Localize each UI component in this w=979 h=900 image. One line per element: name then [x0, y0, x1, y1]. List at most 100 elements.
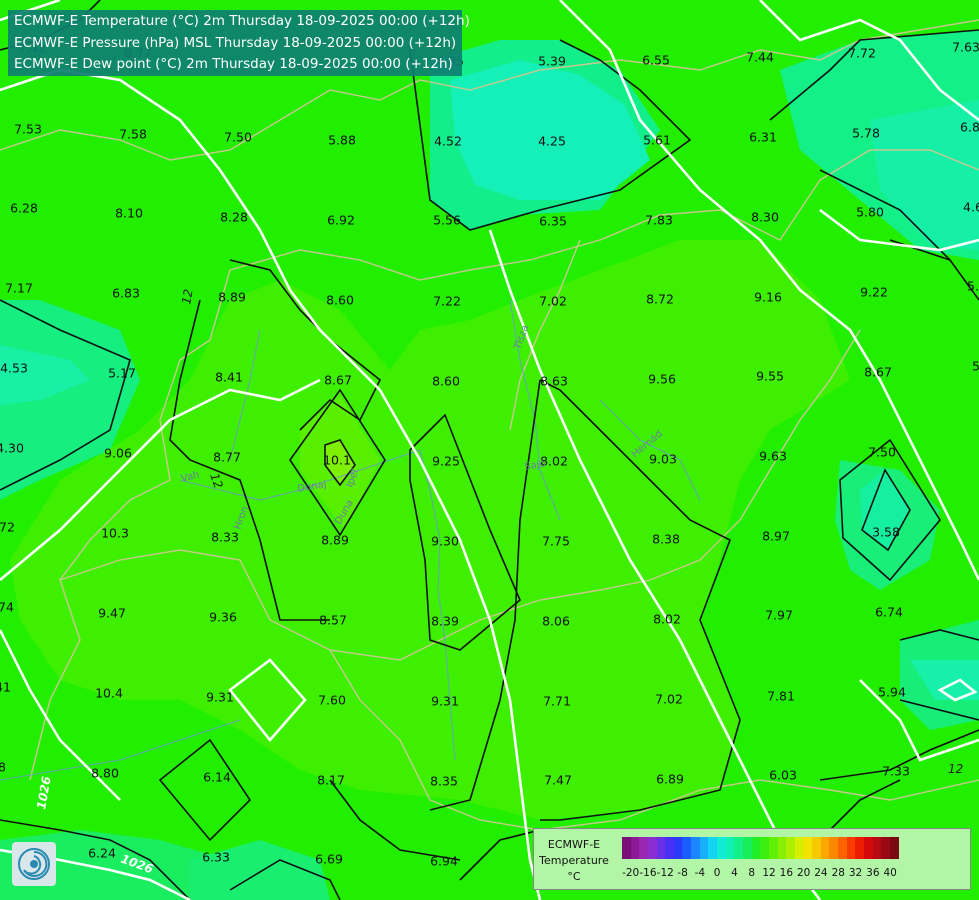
legend-swatch	[829, 837, 839, 859]
legend-swatch	[639, 837, 648, 859]
dewpoint-value: 7.50	[224, 130, 252, 145]
dewpoint-value: 8	[0, 760, 6, 775]
dewpoint-value: 8.57	[319, 613, 347, 628]
dewpoint-value: 9.36	[209, 610, 237, 625]
dewpoint-value: 6.03	[769, 768, 797, 783]
legend-tick: -4	[694, 867, 706, 879]
dewpoint-value: 9.30	[431, 534, 459, 549]
dewpoint-value: 6.28	[10, 201, 38, 216]
dewpoint-value: 7.22	[433, 294, 461, 309]
dewpoint-value: 7.02	[655, 692, 683, 707]
dewpoint-value: 4.52	[434, 134, 462, 149]
ecmwf-logo	[12, 842, 56, 886]
dewpoint-value: 74	[0, 600, 14, 615]
dewpoint-value: 8.60	[326, 293, 354, 308]
dewpoint-value: 9.31	[431, 694, 459, 709]
dewpoint-value: 9.47	[98, 606, 126, 621]
dewpoint-value: 5.61	[643, 133, 671, 148]
temperature-legend: ECMWF-E Temperature °C -20 -16 -12 -8 -4 0 4 8 1…	[533, 828, 971, 890]
legend-swatch	[708, 837, 718, 859]
title-temperature: ECMWF-E Temperature (°C) 2m Thursday 18-…	[14, 13, 470, 29]
dewpoint-value: 10.4	[95, 686, 123, 701]
title-dewpoint: ECMWF-E Dew point (°C) 2m Thursday 18-09…	[14, 56, 453, 72]
isotherm-label: 12	[179, 288, 195, 305]
dewpoint-value: 7.47	[544, 773, 572, 788]
legend-swatch	[630, 837, 640, 859]
dewpoint-value: 10.3	[101, 526, 129, 541]
dewpoint-value: 8.77	[213, 450, 241, 465]
swirl-icon	[18, 848, 50, 880]
legend-swatch	[725, 837, 735, 859]
dewpoint-value: 9.63	[759, 449, 787, 464]
legend-swatch	[768, 837, 778, 859]
dewpoint-value: 72	[0, 520, 15, 535]
legend-tick: 0	[713, 867, 721, 879]
dewpoint-value: 8.10	[115, 206, 143, 221]
title-pressure: ECMWF-E Pressure (hPa) MSL Thursday 18-0…	[14, 35, 457, 51]
legend-swatch	[889, 837, 899, 859]
legend-tick: -8	[677, 867, 688, 879]
legend-swatch	[820, 837, 830, 859]
legend-swatch	[838, 837, 847, 859]
legend-swatch	[794, 837, 804, 859]
legend-swatch	[656, 837, 666, 859]
legend-swatch	[691, 837, 700, 859]
dewpoint-value: 7.53	[14, 122, 42, 137]
dewpoint-value: 6.14	[203, 770, 231, 785]
dewpoint-value: 5.39	[538, 54, 566, 69]
legend-tick: 24	[814, 867, 828, 879]
legend-swatch	[699, 837, 709, 859]
weather-map: 7.53 7.58 7.50 5.88 4.52 4.25 5.61 6.31 5.78 6.85…	[0, 0, 979, 900]
dewpoint-value: 9.55	[756, 369, 784, 384]
dewpoint-value: 7.60	[318, 693, 346, 708]
legend-title: ECMWF-E	[547, 838, 601, 851]
dewpoint-value: 8.41	[215, 370, 243, 385]
dewpoint-value: 7.50	[868, 445, 896, 460]
dewpoint-value: 7.33	[882, 764, 910, 779]
dewpoint-value: 10.1	[323, 453, 351, 468]
legend-swatch	[846, 837, 856, 859]
dewpoint-value: 4.6	[963, 200, 979, 215]
legend-tick: 28	[831, 867, 845, 879]
dewpoint-value: 8.06	[542, 614, 570, 629]
legend-swatch	[717, 837, 726, 859]
legend-swatch	[863, 837, 873, 859]
legend-swatch	[855, 837, 864, 859]
dewpoint-value: 6.74	[875, 605, 903, 620]
dewpoint-value: 8.67	[864, 365, 892, 380]
dewpoint-value: 9.22	[860, 285, 888, 300]
dewpoint-value: 8.89	[218, 290, 246, 305]
legend-tick: 8	[748, 867, 756, 879]
dewpoint-value: 8.30	[751, 210, 779, 225]
dewpoint-value: 8.60	[432, 374, 460, 389]
dewpoint-value: 8.80	[91, 766, 119, 781]
dewpoint-value: 6.55	[642, 53, 670, 68]
dewpoint-value: 6.69	[315, 852, 343, 867]
dewpoint-value: 7.58	[119, 127, 147, 142]
dewpoint-value: 6.8	[960, 120, 979, 135]
dewpoint-value: 9.56	[648, 372, 676, 387]
legend-swatch	[665, 837, 674, 859]
legend-color-bar	[622, 837, 899, 859]
dewpoint-value: 5.94	[878, 685, 906, 700]
legend-tick: 16	[779, 867, 794, 879]
dewpoint-value: 3.58	[872, 525, 900, 540]
legend-swatch	[734, 837, 743, 859]
legend-swatch	[647, 837, 657, 859]
dewpoint-value: 41	[0, 680, 11, 695]
dewpoint-value: 6.31	[749, 130, 777, 145]
dewpoint-value: 7.63	[952, 40, 979, 55]
legend-tick: 12	[762, 867, 776, 879]
dewpoint-value: 5.78	[852, 126, 880, 141]
dewpoint-value: 7.44	[746, 50, 774, 65]
legend-tick: 32	[848, 867, 863, 879]
legend-tick: -16	[639, 867, 657, 879]
legend-swatch	[751, 837, 761, 859]
dewpoint-value: 8.33	[211, 530, 239, 545]
legend-swatch	[803, 837, 813, 859]
dewpoint-value: 8.67	[324, 373, 352, 388]
dewpoint-value: 8.97	[762, 529, 790, 544]
dewpoint-value: 7.81	[767, 689, 795, 704]
dewpoint-value: 5	[972, 359, 979, 374]
legend-swatch	[673, 837, 683, 859]
